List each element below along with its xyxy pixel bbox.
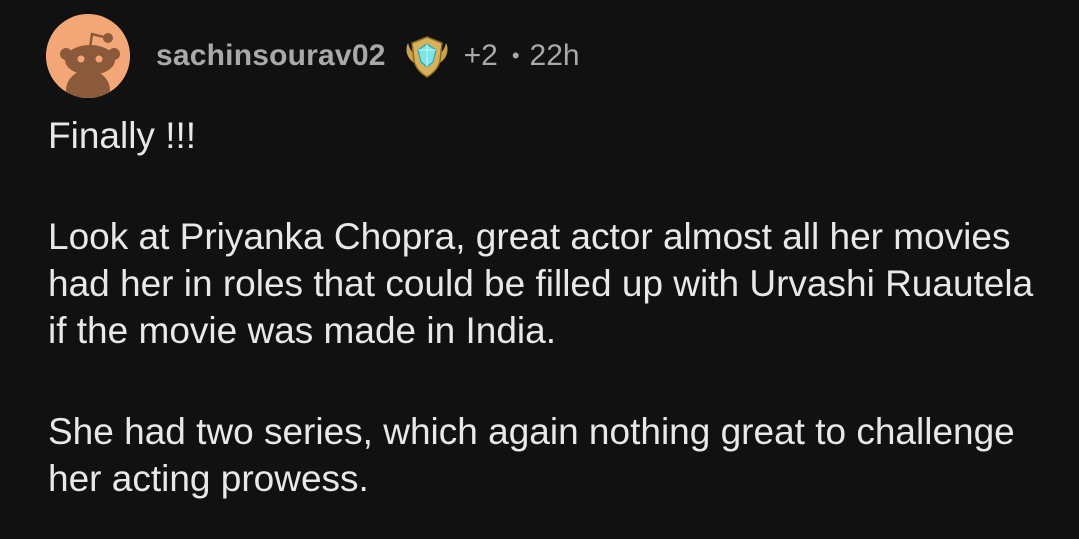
- comment-paragraph: She had two series, which again nothing …: [48, 411, 1015, 499]
- award-count: +2: [463, 39, 498, 72]
- comment-header: sachinsourav02 +2 • 22h: [46, 14, 580, 98]
- comment-timestamp: 22h: [529, 39, 580, 72]
- username[interactable]: sachinsourav02: [156, 39, 386, 73]
- comment-paragraph: Finally !!!: [48, 115, 197, 156]
- platinum-award-icon[interactable]: [402, 33, 452, 79]
- snoo-avatar-icon: [46, 14, 130, 98]
- comment-paragraph: Look at Priyanka Chopra, great actor alm…: [48, 216, 1034, 351]
- meta-separator: •: [511, 43, 520, 68]
- user-avatar[interactable]: [46, 14, 130, 98]
- comment-body: Finally !!! Look at Priyanka Chopra, gre…: [48, 112, 1058, 502]
